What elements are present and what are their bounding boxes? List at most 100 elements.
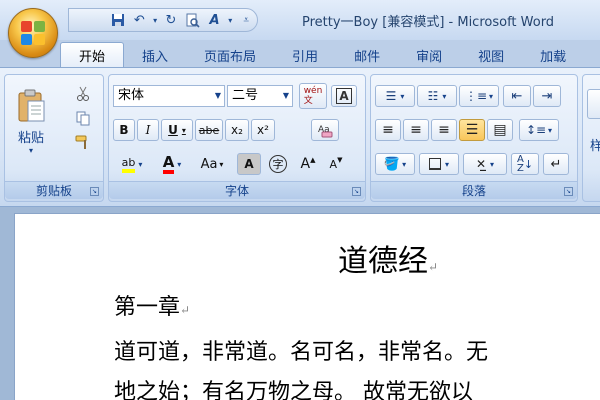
- align-center-button[interactable]: ≡: [403, 119, 429, 141]
- undo-dropdown-icon[interactable]: ▾: [150, 10, 160, 30]
- document-line-2: 地之始；有名万物之母。 故常无欲以: [114, 380, 473, 400]
- align-right-button[interactable]: ≡: [431, 119, 457, 141]
- highlight-button[interactable]: ab ▾: [113, 153, 151, 175]
- increase-indent-button[interactable]: ⇥: [533, 85, 561, 107]
- decrease-indent-icon: ⇤: [511, 88, 523, 104]
- multilevel-dropdown-icon[interactable]: ▾: [489, 92, 493, 101]
- tab-review[interactable]: 审阅: [398, 42, 460, 68]
- change-case-button[interactable]: Aa ▾: [193, 153, 231, 175]
- strikethrough-button[interactable]: abe: [195, 119, 223, 141]
- paint-bucket-icon: 🪣: [383, 156, 401, 172]
- font-color-icon: A: [162, 154, 175, 174]
- font-name-combo[interactable]: 宋体 ▼: [113, 85, 225, 107]
- font-color-button[interactable]: A ▾: [155, 153, 189, 175]
- font-launcher-icon[interactable]: ↘: [352, 187, 361, 196]
- redo-icon[interactable]: ↻: [160, 10, 182, 30]
- tab-insert[interactable]: 插入: [124, 42, 186, 68]
- document-page[interactable]: [14, 213, 600, 400]
- underline-dropdown-icon[interactable]: ▾: [182, 126, 186, 135]
- chinese-layout-button[interactable]: ✕̲ ▾: [463, 153, 507, 175]
- font-size-combo[interactable]: 二号 ▼: [227, 85, 293, 107]
- bullets-dropdown-icon[interactable]: ▾: [400, 92, 404, 101]
- chinese-layout-dropdown-icon[interactable]: ▾: [490, 160, 494, 169]
- decrease-indent-button[interactable]: ⇤: [503, 85, 531, 107]
- subscript-button[interactable]: x₂: [225, 119, 249, 141]
- spelling-dropdown-icon[interactable]: ▾: [225, 10, 235, 30]
- superscript-button[interactable]: x²: [251, 119, 275, 141]
- borders-button[interactable]: ▾: [419, 153, 459, 175]
- char-shading-button[interactable]: A: [237, 153, 261, 175]
- sort-arrow-icon: ↓: [523, 157, 534, 171]
- cut-button[interactable]: [71, 83, 95, 105]
- format-painter-button[interactable]: [71, 131, 95, 153]
- spelling-icon[interactable]: A: [204, 10, 226, 30]
- tab-view[interactable]: 视图: [460, 42, 522, 68]
- copy-button[interactable]: [71, 107, 95, 129]
- font-name-value: 宋体: [118, 88, 145, 103]
- grow-font-icon: A: [300, 156, 311, 172]
- styles-side-label: 样: [590, 139, 600, 154]
- numbering-dropdown-icon[interactable]: ▾: [442, 92, 446, 101]
- justify-button[interactable]: ☰: [459, 119, 485, 141]
- paste-dropdown-icon: ▾: [28, 146, 33, 155]
- align-left-button[interactable]: ≡: [375, 119, 401, 141]
- line-spacing-icon: ↕≡: [525, 123, 547, 137]
- shrink-arrow-icon: ▼: [337, 156, 343, 164]
- change-case-dropdown-icon[interactable]: ▾: [219, 160, 223, 169]
- chinese-layout-icon: ✕̲: [475, 157, 487, 171]
- paste-label: 粘贴: [17, 131, 44, 146]
- ribbon-tabs: 开始 插入 页面布局 引用 邮件 审阅 视图 加载: [60, 40, 570, 68]
- customize-qat-icon[interactable]: ⩡: [235, 10, 257, 30]
- enclose-char-icon: 字: [269, 155, 287, 173]
- bold-button[interactable]: B: [113, 119, 135, 141]
- font-group: 宋体 ▼ 二号 ▼ wén 文 A B I U ▾ abe x₂ x² Aa a…: [108, 74, 366, 202]
- highlight-dropdown-icon[interactable]: ▾: [138, 160, 142, 169]
- font-size-dropdown-icon[interactable]: ▼: [283, 86, 289, 106]
- phonetic-guide-button[interactable]: wén 文: [299, 83, 327, 109]
- align-center-icon: ≡: [410, 122, 422, 138]
- clipboard-launcher-icon[interactable]: ↘: [90, 187, 99, 196]
- sort-button[interactable]: A Z ↓: [511, 153, 539, 175]
- tab-references[interactable]: 引用: [274, 42, 336, 68]
- line-spacing-button[interactable]: ↕≡ ▾: [519, 119, 559, 141]
- show-marks-button[interactable]: ↵: [543, 153, 569, 175]
- italic-button[interactable]: I: [137, 119, 159, 141]
- font-name-dropdown-icon[interactable]: ▼: [215, 86, 221, 106]
- tab-mailings[interactable]: 邮件: [336, 42, 398, 68]
- italic-icon: I: [145, 123, 151, 137]
- shading-dropdown-icon[interactable]: ▾: [402, 160, 406, 169]
- char-border-button[interactable]: A: [331, 85, 357, 107]
- enclose-char-button[interactable]: 字: [265, 153, 291, 175]
- distributed-button[interactable]: ▤: [487, 119, 513, 141]
- tab-page-layout[interactable]: 页面布局: [186, 42, 274, 68]
- window-title: Pretty一Boy [兼容模式] - Microsoft Word: [302, 15, 555, 30]
- style-gallery-button[interactable]: [587, 89, 600, 119]
- strikethrough-icon: abe: [198, 123, 220, 137]
- underline-button[interactable]: U ▾: [161, 119, 193, 141]
- clear-format-button[interactable]: Aa: [311, 119, 339, 141]
- paragraph-launcher-icon[interactable]: ↘: [564, 187, 573, 196]
- borders-icon: [428, 158, 441, 170]
- undo-icon[interactable]: ↶: [128, 10, 150, 30]
- multilevel-list-button[interactable]: ⋮≡ ▾: [459, 85, 499, 107]
- numbering-button[interactable]: ☷ ▾: [417, 85, 457, 107]
- clipboard-icon: [18, 89, 45, 122]
- office-button[interactable]: [8, 8, 58, 58]
- font-color-dropdown-icon[interactable]: ▾: [177, 160, 181, 169]
- bullets-button[interactable]: ☰ ▾: [375, 85, 415, 107]
- tab-addins[interactable]: 加载: [522, 42, 570, 68]
- pilcrow-icon: ↵: [550, 156, 562, 172]
- ribbon: 粘贴 ▾ 剪贴板 ↘ 宋体 ▼ 二号 ▼ wén 文 A B I U ▾ abe…: [0, 67, 600, 207]
- shading-button[interactable]: 🪣 ▾: [375, 153, 415, 175]
- grow-font-button[interactable]: A ▲: [295, 153, 321, 175]
- print-preview-icon[interactable]: [182, 10, 204, 30]
- save-icon[interactable]: [107, 10, 129, 30]
- bullets-icon: ☰: [385, 89, 397, 103]
- tab-home[interactable]: 开始: [60, 42, 125, 68]
- increase-indent-icon: ⇥: [541, 88, 553, 104]
- line-spacing-dropdown-icon[interactable]: ▾: [548, 126, 552, 135]
- font-size-value: 二号: [232, 88, 259, 103]
- paste-button[interactable]: 粘贴 ▾: [9, 79, 53, 165]
- borders-dropdown-icon[interactable]: ▾: [445, 160, 449, 169]
- shrink-font-button[interactable]: A ▼: [323, 153, 349, 175]
